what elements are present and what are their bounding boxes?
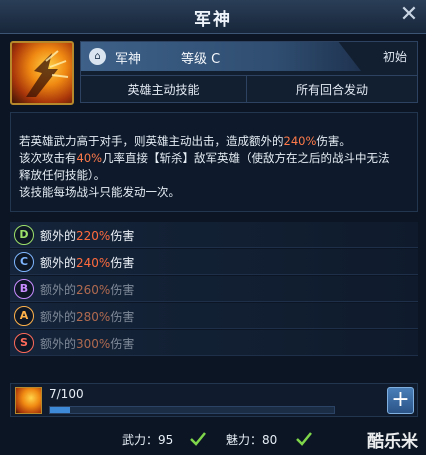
check-icon [190, 432, 206, 446]
watermark: 酷乐米 [367, 432, 418, 452]
grade-badge: D [14, 225, 34, 245]
level-effect-text: 额外的300%伤害 [40, 337, 135, 351]
skill-name: 军神 [115, 52, 142, 67]
description-line-2: 该次攻击有40%几率直接【斩杀】敌军英雄（使敌方在之后的战斗中无法 [19, 151, 390, 165]
experience-panel: 7/100 + [10, 383, 418, 417]
skill-mini-icon [15, 387, 42, 414]
skill-name-band: ⌂ 军神 等级 C [81, 42, 361, 71]
description-line-4: 该技能每场战斗只能发动一次。 [19, 185, 180, 199]
skill-description: 若英雄武力高于对手，则英雄主动出击，造成额外的240%伤害。 该次攻击有40%几… [10, 112, 418, 212]
skill-info-panel: ⌂ 军神 等级 C 初始 英雄主动技能 所有回合发动 [80, 41, 418, 103]
level-effect-text: 额外的260%伤害 [40, 283, 135, 297]
experience-text: 7/100 [49, 387, 84, 401]
window-title: 军神 [194, 10, 232, 30]
level-effect-text: 额外的220%伤害 [40, 229, 135, 243]
level-effect-text: 额外的280%伤害 [40, 310, 135, 324]
hero-stats: 武力：95 魅力：80 酷乐米 [0, 425, 426, 455]
level-list: D 额外的220%伤害 C 额外的240%伤害 B 额外的260%伤害 A 额外的280%伤害… [10, 222, 418, 357]
charm-stat: 魅力：80 [226, 433, 278, 447]
level-row: A 额外的280%伤害 [10, 303, 418, 329]
skill-state: 初始 [382, 50, 407, 64]
level-row: B 额外的260%伤害 [10, 276, 418, 302]
level-row: C 额外的240%伤害 [10, 249, 418, 275]
skill-trigger-tag: 所有回合发动 [247, 75, 417, 103]
lock-icon: ⌂ [89, 48, 106, 65]
level-row: D 额外的220%伤害 [10, 222, 418, 248]
grade-badge: A [14, 306, 34, 326]
skill-grade: 等级 C [181, 52, 221, 67]
grade-badge: B [14, 279, 34, 299]
close-icon[interactable]: ✕ [396, 3, 422, 29]
grade-badge: S [14, 333, 34, 353]
check-icon [296, 432, 312, 446]
level-effect-text: 额外的240%伤害 [40, 256, 135, 270]
description-line-3: 释放任何技能）。 [19, 168, 106, 182]
experience-bar [49, 406, 335, 414]
level-row: S 额外的300%伤害 [10, 330, 418, 356]
experience-bar-fill [50, 407, 70, 413]
skill-type-tag: 英雄主动技能 [81, 75, 247, 103]
force-stat: 武力：95 [122, 433, 174, 447]
title-bar: 军神 ✕ [0, 0, 426, 34]
description-line-1: 若英雄武力高于对手，则英雄主动出击，造成额外的240%伤害。 [19, 134, 351, 148]
grade-badge: C [14, 252, 34, 272]
plus-icon[interactable]: + [387, 387, 414, 414]
skill-icon [10, 41, 74, 105]
